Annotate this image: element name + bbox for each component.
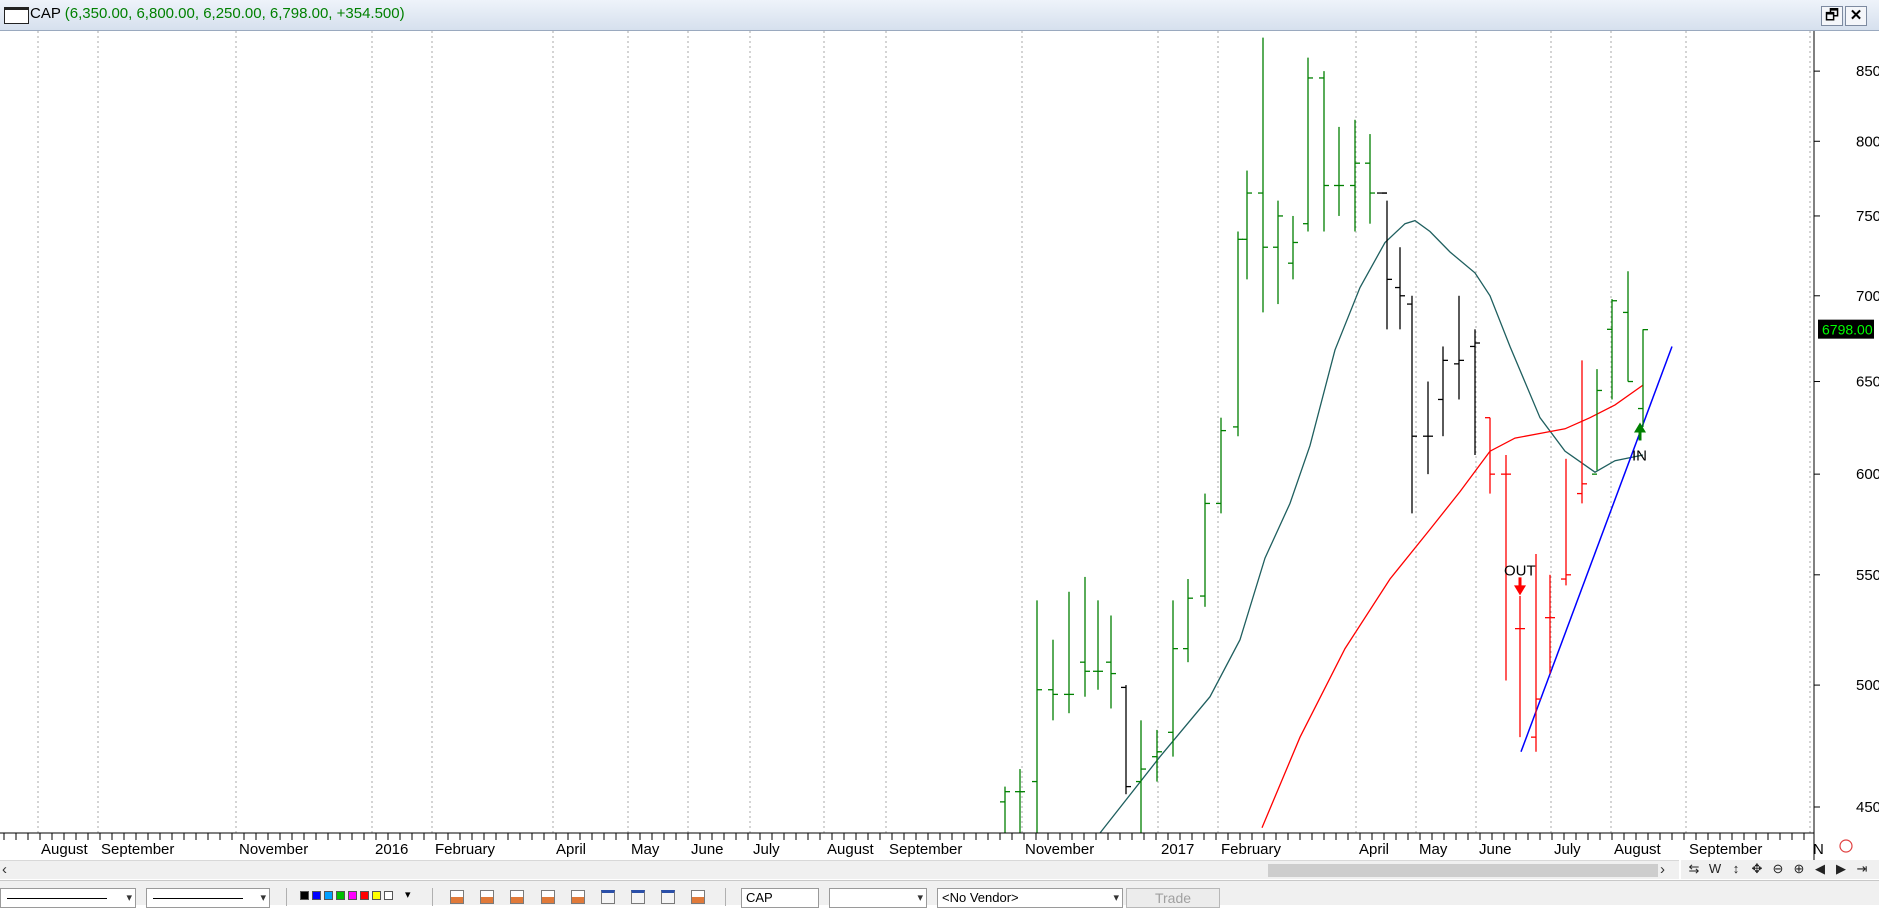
x-axis-label: July (753, 841, 780, 858)
y-axis-label: 4500 (1856, 799, 1879, 816)
x-axis-label: November (1025, 841, 1094, 858)
title-ohlc-values: (6,350.00, 6,800.00, 6,250.00, 6,798.00,… (64, 5, 405, 22)
x-axis-label: N (1813, 841, 1824, 858)
document-icon (4, 7, 29, 24)
price-chart[interactable]: OUT IN 8500 8000 7500 7000 6500 6000 5500 5000 45… (0, 31, 1879, 864)
interval-dropdown[interactable]: ▾ (829, 888, 927, 908)
window-tool-icon-3[interactable] (661, 890, 675, 904)
x-axis-label: August (41, 841, 89, 858)
draw-tool-icon-5[interactable] (571, 890, 585, 904)
scroll-thumb[interactable] (1268, 864, 1658, 877)
scroll-right-icon[interactable]: ▶ (1832, 860, 1850, 878)
x-axis-label: August (827, 841, 875, 858)
title-bar: CAP (6,350.00, 6,800.00, 6,250.00, 6,798… (0, 0, 1879, 31)
last-price-label: 6798.00 (1822, 322, 1873, 338)
y-axis-label: 7500 (1856, 208, 1879, 225)
chevron-down-icon: ▾ (126, 892, 132, 904)
scroll-left-arrow-icon[interactable]: ‹ (2, 861, 7, 878)
y-axis-label: 5000 (1856, 677, 1879, 694)
x-axis-label: February (1221, 841, 1282, 858)
color-swatch[interactable] (312, 891, 321, 900)
y-axis-label: 8000 (1856, 133, 1879, 150)
color-swatch[interactable] (300, 891, 309, 900)
line-width-dropdown[interactable]: ▾ (146, 888, 270, 908)
slow-moving-average-line (1261, 384, 1644, 829)
close-button[interactable]: ✕ (1845, 6, 1867, 26)
chevron-down-icon: ▾ (1113, 892, 1119, 904)
trade-button[interactable]: Trade (1126, 888, 1220, 908)
color-swatch[interactable] (372, 891, 381, 900)
draw-tool-icon-1[interactable] (450, 890, 464, 904)
cancel-orders-icon[interactable] (1839, 839, 1853, 853)
x-axis-label: 2016 (375, 841, 408, 858)
chart-area[interactable]: OUT IN 8500 8000 7500 7000 6500 6000 5500 5000 45… (0, 31, 1879, 864)
x-axis-label: July (1554, 841, 1581, 858)
x-axis-label: September (889, 841, 962, 858)
y-axis-label: 8500 (1856, 63, 1879, 80)
window-tool-icon-1[interactable] (601, 890, 615, 904)
move-icon[interactable]: ✥ (1748, 860, 1766, 878)
toolbar-divider (432, 888, 433, 906)
color-swatch[interactable] (348, 891, 357, 900)
x-axis-label: September (101, 841, 174, 858)
x-axis-label: February (435, 841, 496, 858)
x-axis-label: June (691, 841, 724, 858)
toolbar-divider (286, 888, 287, 906)
restore-button[interactable]: 🗗 (1821, 6, 1843, 26)
draw-tool-icon-3[interactable] (510, 890, 524, 904)
x-axis-label: August (1614, 841, 1662, 858)
color-swatch[interactable] (324, 891, 333, 900)
x-axis-label: November (239, 841, 308, 858)
color-swatch[interactable] (384, 891, 393, 900)
in-signal-label: IN (1632, 447, 1647, 464)
color-swatch[interactable] (336, 891, 345, 900)
x-axis-label: September (1689, 841, 1762, 858)
zoom-in-icon[interactable]: ⊕ (1790, 860, 1808, 878)
period-w-icon[interactable]: W (1706, 860, 1724, 878)
window-tool-icon-2[interactable] (631, 890, 645, 904)
vertical-pan-icon[interactable]: ↕ (1727, 860, 1745, 878)
zoom-out-icon[interactable]: ⊖ (1769, 860, 1787, 878)
toolbar-divider (725, 888, 726, 906)
x-axis-label: May (1419, 841, 1448, 858)
color-swatch[interactable] (360, 891, 369, 900)
line-style-sample (7, 898, 107, 899)
line-width-sample (153, 898, 243, 899)
palette-dropdown-icon[interactable]: ▾ (405, 888, 411, 901)
scroll-left-icon[interactable]: ◀ (1811, 860, 1829, 878)
chart-window: CAP (6,350.00, 6,800.00, 6,250.00, 6,798… (0, 0, 1879, 908)
y-axis-label: 6500 (1856, 374, 1879, 391)
scroll-start-icon[interactable]: ⇆ (1685, 860, 1703, 878)
chevron-down-icon: ▾ (260, 892, 266, 904)
title-text: CAP (6,350.00, 6,800.00, 6,250.00, 6,798… (30, 5, 405, 22)
y-axis-label: 5500 (1856, 567, 1879, 584)
vendor-dropdown[interactable]: <No Vendor> ▾ (937, 888, 1123, 908)
chart-navigation-tools: ⇆ W ↕ ✥ ⊖ ⊕ ◀ ▶ ⇥ (1681, 860, 1879, 879)
fast-moving-average-line (1099, 219, 1644, 834)
vendor-value: <No Vendor> (942, 890, 1019, 905)
x-axis-label: April (1359, 841, 1389, 858)
x-axis-label: June (1479, 841, 1512, 858)
x-axis-label: May (631, 841, 660, 858)
x-axis-label: 2017 (1161, 841, 1194, 858)
bottom-toolbar: ▾ ▾ ▾ CAP ▾ <No Vendor> ▾ Trade (0, 880, 1879, 908)
draw-tool-icon-4[interactable] (541, 890, 555, 904)
chevron-down-icon: ▾ (917, 892, 923, 904)
draw-tool-icon-2[interactable] (480, 890, 494, 904)
window-tool-icon-4[interactable] (691, 890, 705, 904)
title-symbol: CAP (30, 5, 61, 22)
y-axis-label: 7000 (1856, 288, 1879, 305)
scroll-right-arrow-icon[interactable]: › (1660, 861, 1665, 878)
scroll-end-icon[interactable]: ⇥ (1853, 860, 1871, 878)
y-axis-label: 6000 (1856, 466, 1879, 483)
symbol-input[interactable]: CAP (741, 888, 819, 908)
x-axis-label: April (556, 841, 586, 858)
horizontal-scrollbar[interactable]: ‹ › (0, 860, 1679, 879)
out-signal-label: OUT (1504, 562, 1536, 579)
line-style-dropdown[interactable]: ▾ (0, 888, 136, 908)
